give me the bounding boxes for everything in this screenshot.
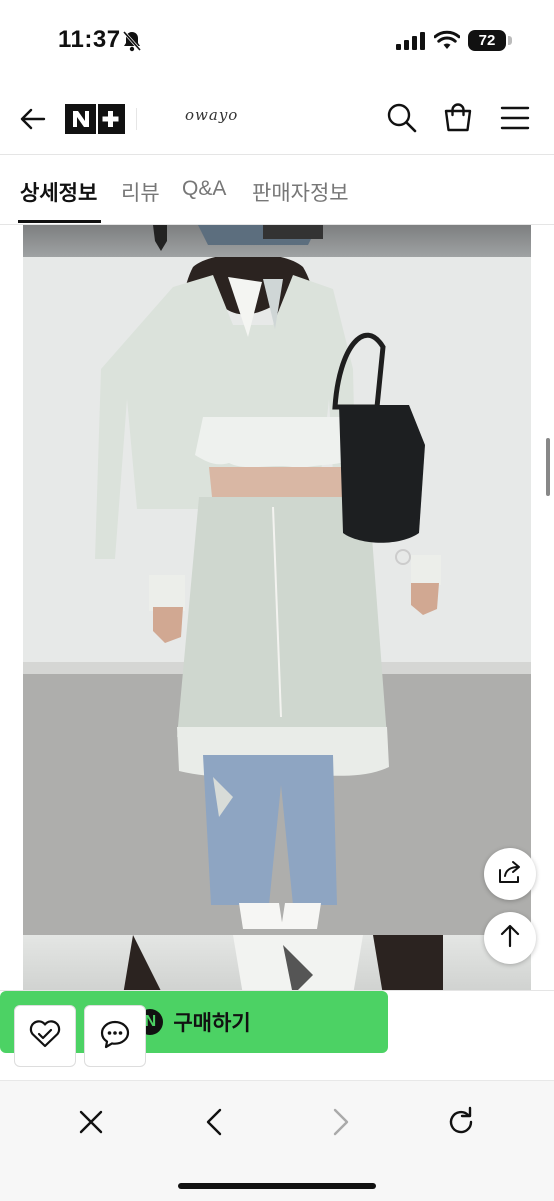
status-bar: 11:37 72 (0, 0, 554, 84)
home-indicator (178, 1183, 376, 1189)
chevron-left-icon[interactable] (200, 1107, 230, 1142)
tab-detail[interactable]: 상세정보 (20, 177, 97, 207)
header-divider (136, 108, 137, 130)
product-photo-previous (23, 225, 531, 257)
naver-plus-store-logo[interactable] (65, 104, 125, 134)
app-header: owayo (0, 84, 554, 155)
product-detail-content[interactable] (0, 225, 554, 990)
tab-seller-info[interactable]: 판매자정보 (252, 177, 349, 207)
chevron-right-icon[interactable] (325, 1107, 355, 1142)
reload-icon[interactable] (444, 1105, 478, 1144)
tab-qna[interactable]: Q&A (182, 177, 226, 201)
cellular-signal-icon (396, 32, 426, 55)
search-icon[interactable] (386, 102, 418, 139)
buy-button-label: 구매하기 (173, 1012, 251, 1035)
product-photo-next (23, 935, 531, 990)
wishlist-button[interactable] (14, 1005, 76, 1067)
browser-toolbar (0, 1080, 554, 1201)
battery-tip (508, 36, 512, 45)
close-icon[interactable] (76, 1107, 106, 1142)
page-scrollbar[interactable] (546, 438, 550, 496)
heart-icon (28, 1019, 62, 1054)
tab-review[interactable]: 리뷰 (121, 177, 160, 207)
hamburger-menu-icon[interactable] (500, 104, 530, 137)
battery-indicator: 72 (468, 30, 506, 51)
status-time: 11:37 (58, 26, 121, 53)
arrow-up-icon (497, 923, 523, 954)
share-button[interactable] (484, 848, 536, 900)
wifi-icon (433, 30, 461, 55)
product-photo (23, 257, 531, 935)
shopping-bag-icon[interactable] (442, 101, 474, 138)
talk-talk-button[interactable] (84, 1005, 146, 1067)
share-icon (496, 858, 524, 891)
product-tabs: 상세정보 리뷰 Q&A 판매자정보 (0, 155, 554, 225)
silent-bell-icon (122, 30, 142, 57)
store-brand-name[interactable]: owayo (185, 106, 238, 124)
active-tab-indicator (18, 220, 101, 223)
purchase-bar: N 구매하기 (0, 990, 554, 1081)
scroll-top-button[interactable] (484, 912, 536, 964)
arrow-left-icon[interactable] (18, 104, 48, 139)
chat-icon (99, 1019, 131, 1054)
